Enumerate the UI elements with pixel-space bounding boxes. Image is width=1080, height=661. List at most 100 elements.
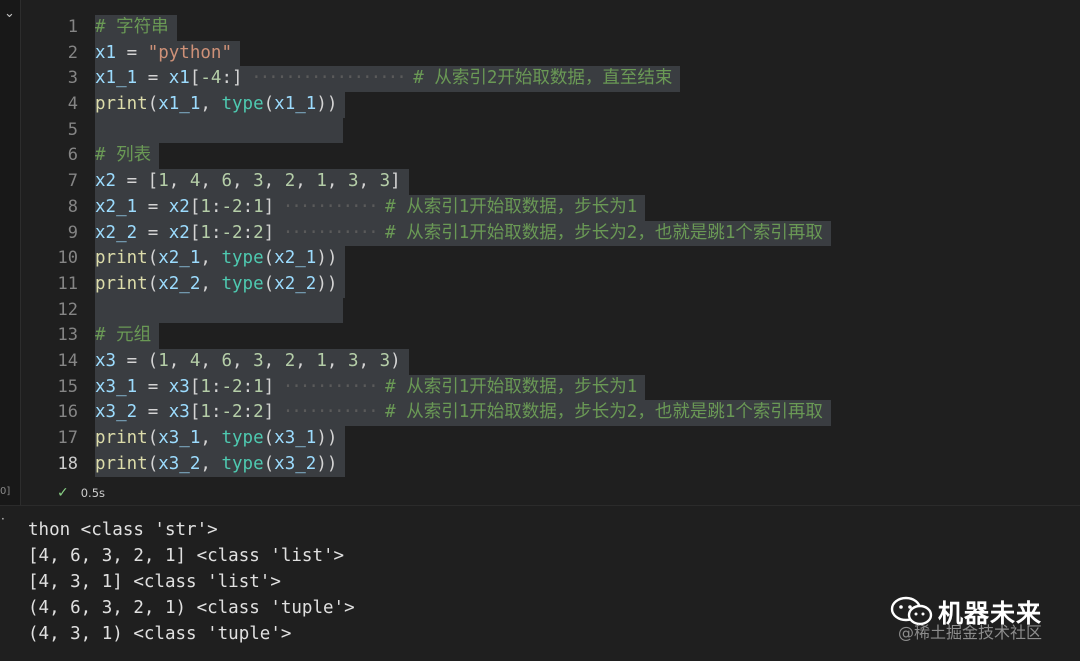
whitespace-marker: ··········· bbox=[274, 402, 386, 423]
code-token: x1 bbox=[95, 42, 117, 63]
output-line: thon <class 'str'> bbox=[28, 520, 218, 540]
code-token: 3 bbox=[253, 350, 264, 371]
line-number: 1 bbox=[67, 17, 78, 37]
code-token: 6 bbox=[221, 171, 233, 192]
code-token: = bbox=[116, 42, 148, 63]
line-number: 13 bbox=[57, 325, 78, 346]
code-text[interactable]: # 元组 bbox=[95, 323, 160, 349]
line-number: 18 bbox=[57, 453, 78, 474]
code-text[interactable]: # 列表 bbox=[95, 143, 160, 170]
code-cell[interactable]: 1 # 字符串 2 x1 = "python" 3 x1_1 = x1[-4:] ····… bbox=[21, 0, 1080, 505]
code-token: x2_2 bbox=[158, 273, 201, 294]
code-token: x2_1 bbox=[274, 248, 317, 269]
code-text[interactable]: print(x1_1, type(x1_1)) bbox=[95, 92, 346, 118]
code-comment: # 从索引1开始取数据，步长为2，也就是跳1个索引再取 bbox=[385, 402, 823, 423]
code-text[interactable]: x1 = "python" bbox=[95, 40, 240, 67]
code-token: x1_1 bbox=[274, 94, 317, 115]
code-token: print bbox=[95, 248, 148, 269]
code-token: : bbox=[210, 376, 222, 397]
code-text[interactable] bbox=[95, 117, 343, 144]
code-token: , bbox=[200, 171, 222, 192]
code-token: print bbox=[95, 94, 148, 115]
code-token: type bbox=[221, 273, 264, 294]
output-menu-icon[interactable]: · bbox=[1, 512, 5, 526]
code-token: 3 bbox=[347, 350, 359, 371]
code-token: : bbox=[242, 376, 254, 397]
code-token: : bbox=[242, 222, 254, 243]
code-token: ( bbox=[263, 248, 275, 269]
line-number: 16 bbox=[57, 402, 78, 423]
code-token: x3_1 bbox=[95, 376, 138, 397]
code-token: , bbox=[168, 350, 190, 371]
code-token: , bbox=[326, 350, 348, 371]
code-token: , bbox=[263, 350, 285, 371]
site-credit: @稀土掘金技术社区 bbox=[898, 623, 1043, 642]
code-text[interactable]: print(x2_1, type(x2_1)) bbox=[95, 246, 346, 272]
code-token: type bbox=[221, 453, 264, 474]
code-token: , bbox=[358, 350, 380, 371]
code-token: ( bbox=[263, 428, 275, 448]
code-text[interactable]: x2_2 = x2[1:-2:2] ··········· # 从索引1开始取数… bbox=[95, 220, 831, 247]
code-token: [ bbox=[189, 196, 201, 217]
line-number: 17 bbox=[57, 428, 78, 448]
code-token: ] bbox=[263, 222, 275, 243]
code-token: -2 bbox=[221, 222, 243, 243]
code-token: x1 bbox=[168, 68, 190, 89]
code-token: 6 bbox=[221, 350, 233, 371]
code-comment: # 字符串 bbox=[95, 17, 169, 37]
code-token: = bbox=[137, 222, 169, 243]
whitespace-marker: ··········· bbox=[274, 376, 386, 397]
code-token: x1_1 bbox=[95, 68, 138, 89]
code-text[interactable]: print(x3_2, type(x3_2)) bbox=[95, 451, 346, 478]
code-token: = bbox=[137, 68, 169, 89]
code-text[interactable]: x3_2 = x3[1:-2:2] ··········· # 从索引1开始取数… bbox=[95, 400, 831, 426]
code-token: type bbox=[221, 94, 264, 115]
line-number: 15 bbox=[57, 376, 78, 397]
code-token: x2 bbox=[95, 171, 117, 192]
code-token: , bbox=[232, 350, 254, 371]
code-token: = [ bbox=[116, 171, 159, 192]
code-text[interactable]: # 字符串 bbox=[95, 15, 177, 41]
whitespace-marker: ··········· bbox=[274, 196, 386, 217]
line-number: 11 bbox=[57, 273, 78, 294]
code-comment: # 从索引1开始取数据，步长为1 bbox=[385, 376, 638, 397]
code-text[interactable] bbox=[95, 297, 343, 324]
code-text[interactable]: x3_1 = x3[1:-2:1] ··········· # 从索引1开始取数… bbox=[95, 374, 646, 401]
code-token: 2 bbox=[253, 402, 264, 423]
code-token: , bbox=[200, 350, 222, 371]
code-token: : bbox=[210, 222, 222, 243]
code-token: 1 bbox=[253, 376, 264, 397]
code-token: , bbox=[326, 171, 348, 192]
code-token: ( bbox=[263, 273, 275, 294]
code-token: x2 bbox=[168, 222, 190, 243]
code-token: 1 bbox=[200, 196, 211, 217]
code-token: , bbox=[200, 428, 222, 448]
code-text[interactable]: print(x3_1, type(x3_1)) bbox=[95, 426, 346, 452]
code-text[interactable]: x1_1 = x1[-4:] ·················· # 从索引2… bbox=[95, 66, 681, 93]
code-text[interactable]: x3 = (1, 4, 6, 3, 2, 1, 3, 3) bbox=[95, 348, 409, 375]
execution-duration: 0.5s bbox=[80, 486, 106, 500]
code-token: = ( bbox=[116, 350, 159, 371]
line-number: 14 bbox=[57, 350, 78, 371]
code-text[interactable]: x2_1 = x2[1:-2:1] ··········· # 从索引1开始取数… bbox=[95, 194, 646, 221]
code-token: ( bbox=[147, 248, 159, 269]
code-token: print bbox=[95, 273, 148, 294]
code-token: 2 bbox=[284, 350, 296, 371]
code-text[interactable]: x2 = [1, 4, 6, 3, 2, 1, 3, 3] bbox=[95, 169, 409, 195]
collapse-chevron-icon[interactable]: ⌄ bbox=[4, 6, 15, 21]
code-token: print bbox=[95, 428, 148, 448]
check-icon: ✓ bbox=[57, 485, 69, 501]
output-line: [4, 6, 3, 2, 1] <class 'list'> bbox=[28, 546, 345, 566]
code-token: , bbox=[295, 350, 317, 371]
code-token: -2 bbox=[221, 402, 243, 423]
code-token: 1 bbox=[200, 376, 211, 397]
code-token: )) bbox=[316, 453, 338, 474]
code-token: )) bbox=[316, 273, 338, 294]
code-token: = bbox=[137, 376, 169, 397]
code-token: ] bbox=[263, 196, 275, 217]
code-token: 1 bbox=[158, 350, 169, 371]
code-text[interactable]: print(x2_2, type(x2_2)) bbox=[95, 271, 346, 298]
code-token: x3_1 bbox=[158, 428, 201, 448]
code-token: 1 bbox=[253, 196, 264, 217]
execution-count: 0] bbox=[0, 486, 11, 497]
